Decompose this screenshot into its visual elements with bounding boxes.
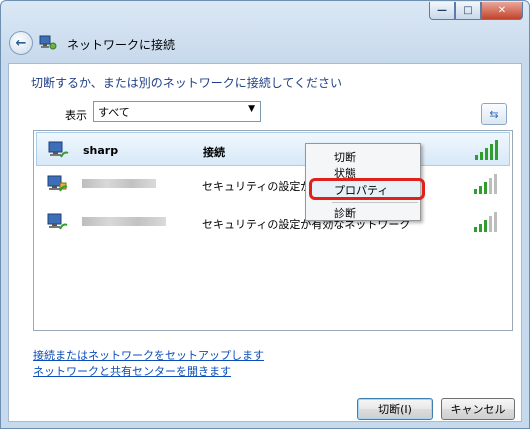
signal-strength-icon	[474, 174, 497, 194]
signal-strength-icon	[474, 212, 497, 232]
network-sharing-center-link[interactable]: ネットワークと共有センターを開きます	[33, 363, 231, 379]
refresh-button[interactable]: ⇆	[481, 103, 507, 125]
caption-buttons: — □ ✕	[429, 2, 523, 20]
menu-item-diagnose[interactable]: 診断	[334, 205, 356, 221]
back-button[interactable]: ←	[9, 31, 33, 55]
show-filter-select[interactable]: すべて ▼	[93, 101, 261, 122]
back-arrow-icon: ←	[15, 35, 27, 51]
network-name: sharp	[83, 144, 119, 157]
context-menu: 切断 状態 プロパティ 診断	[305, 143, 425, 221]
wireless-network-icon	[47, 213, 68, 230]
page-heading: 切断するか、または別のネットワークに接続してください	[31, 76, 343, 90]
menu-item-disconnect[interactable]: 切断	[334, 149, 356, 165]
window-title: ネットワークに接続	[67, 38, 176, 52]
network-status: セキュリティの設定が	[202, 180, 312, 193]
close-button[interactable]: ✕	[481, 2, 523, 20]
network-name-redacted	[82, 179, 156, 188]
show-filter-value: すべて	[98, 105, 130, 119]
network-list: sharp 接続 セキュリティの設定が セキュリティの設定が有効なネットワーク	[33, 130, 513, 331]
setup-connection-link[interactable]: 接続またはネットワークをセットアップします	[33, 347, 264, 363]
show-label: 表示	[65, 109, 87, 122]
cancel-button[interactable]: キャンセル	[441, 398, 515, 420]
dropdown-arrow-icon: ▼	[248, 104, 255, 114]
network-status: 接続	[203, 146, 225, 159]
maximize-button[interactable]: □	[455, 2, 481, 20]
minimize-button[interactable]: —	[429, 2, 455, 20]
menu-item-properties[interactable]: プロパティ	[334, 182, 388, 198]
refresh-icon: ⇆	[489, 107, 499, 121]
disconnect-button[interactable]: 切断(I)	[357, 398, 433, 420]
signal-strength-icon	[475, 140, 498, 160]
network-row[interactable]: セキュリティの設定が	[36, 167, 510, 201]
menu-separator	[332, 202, 418, 203]
network-row[interactable]: sharp 接続	[36, 132, 510, 166]
wireless-network-icon	[48, 141, 69, 158]
connect-to-network-window: — □ ✕ ← ネットワークに接続 切断するか、または別のネットワークに接続して…	[0, 0, 530, 429]
content-panel: 切断するか、または別のネットワークに接続してください 表示 すべて ▼ ⇆ sh…	[8, 63, 522, 422]
network-row[interactable]: セキュリティの設定が有効なネットワーク	[36, 205, 510, 239]
network-name-redacted	[82, 217, 166, 226]
secured-network-icon	[47, 175, 68, 192]
network-icon	[39, 35, 57, 50]
